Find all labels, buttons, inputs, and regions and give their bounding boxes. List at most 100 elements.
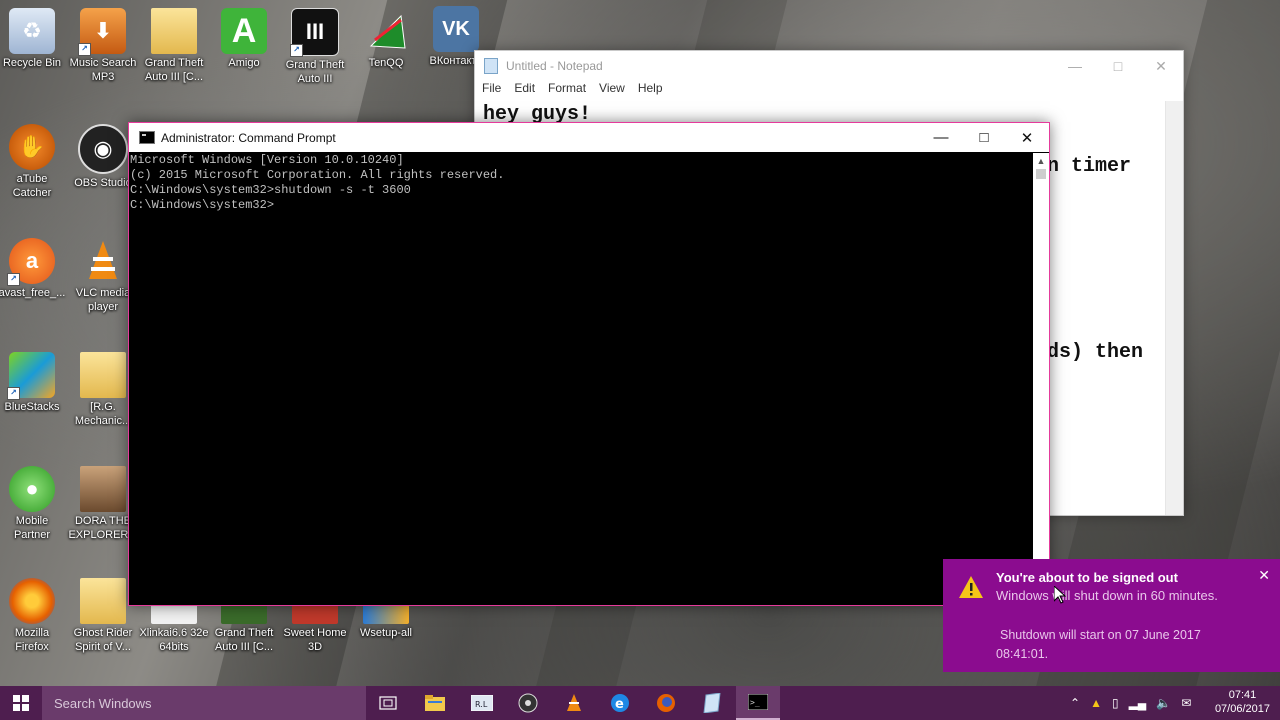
cmd-window[interactable]: Administrator: Command Prompt — □ ✕ Micr…	[128, 122, 1050, 606]
notification-message: Windows will shut down in 60 minutes.	[996, 588, 1218, 603]
console-line: C:\Windows\system32>shutdown -s -t 3600	[130, 183, 411, 197]
cmd-console[interactable]: Microsoft Windows [Version 10.0.10240] (c…	[130, 153, 1033, 605]
folder-icon	[80, 352, 126, 398]
system-tray: ⌃ ▲ ▯ ▂▄ 🔈 ✉	[1070, 686, 1191, 720]
firefox-icon	[9, 578, 55, 624]
battery-icon[interactable]: ▯	[1112, 696, 1119, 710]
vlc-icon	[80, 238, 126, 284]
folder-icon	[425, 695, 445, 711]
taskbar-vlc[interactable]	[552, 686, 596, 720]
warning-icon	[959, 576, 983, 598]
cmd-scrollbar[interactable]: ▲	[1033, 153, 1049, 605]
taskbar-file-explorer[interactable]	[413, 686, 457, 720]
tray-app-icon[interactable]: ▲	[1090, 696, 1102, 710]
menu-edit[interactable]: Edit	[513, 81, 543, 99]
shutdown-notification[interactable]: You're about to be signed out Windows wi…	[943, 559, 1280, 672]
desktop-icon-amigo[interactable]: A Amigo	[209, 8, 279, 70]
console-line: Microsoft Windows [Version 10.0.10240]	[130, 153, 404, 167]
notepad-text-fragment: n timer	[1047, 155, 1132, 178]
start-button[interactable]	[0, 686, 42, 720]
network-signal-icon[interactable]: ▂▄	[1129, 696, 1147, 710]
notepad-icon	[484, 58, 498, 74]
vk-icon: VK	[433, 6, 479, 52]
desktop-icon-atube[interactable]: ✋ aTube Catcher	[0, 124, 67, 200]
scroll-up-icon[interactable]: ▲	[1033, 153, 1049, 169]
desktop-icon-tenqq[interactable]: TenQQ	[351, 8, 421, 70]
taskbar-edge[interactable]: e	[598, 686, 642, 720]
windows-logo-icon	[13, 695, 29, 711]
desktop-icon-music-search[interactable]: ⬇ ↗ Music Search MP3	[68, 8, 138, 84]
desktop-icon-gta3[interactable]: III ↗ Grand Theft Auto III	[280, 8, 350, 86]
notepad-maximize-button[interactable]: □	[1096, 51, 1140, 81]
volume-icon[interactable]: 🔈	[1156, 696, 1171, 710]
taskbar-clock[interactable]: 07:41 07/06/2017	[1215, 688, 1270, 716]
desktop-icon-bluestacks[interactable]: ↗ BlueStacks	[0, 352, 67, 414]
menu-file[interactable]: File	[481, 81, 509, 99]
firefox-icon	[657, 694, 675, 712]
amigo-icon: A	[221, 8, 267, 54]
cmd-minimize-button[interactable]: —	[919, 123, 963, 152]
desktop-icon-recycle-bin[interactable]: ♻ Recycle Bin	[0, 8, 67, 70]
task-view-icon	[379, 696, 397, 710]
mouse-cursor-icon	[1054, 586, 1066, 604]
desktop-icon-mobile-partner[interactable]: ● Mobile Partner	[0, 466, 67, 542]
vlc-icon	[567, 694, 581, 711]
notification-detail: Shutdown will start on 07 June 2017 08:4…	[996, 628, 1201, 661]
svg-text:e: e	[615, 697, 624, 712]
folder-icon	[151, 8, 197, 54]
taskbar: Search Windows R.L e >_ ⌃ ▲ ▯ ▂▄ 🔈 ✉ 07:…	[0, 686, 1280, 720]
menu-help[interactable]: Help	[637, 81, 671, 99]
mobile-partner-icon: ●	[9, 466, 55, 512]
tenqq-icon	[363, 8, 409, 54]
cmd-icon	[139, 131, 155, 144]
notepad-minimize-button[interactable]: —	[1053, 51, 1097, 81]
console-prompt: C:\Windows\system32>	[130, 198, 275, 212]
menu-format[interactable]: Format	[547, 81, 594, 99]
search-placeholder: Search Windows	[54, 695, 152, 711]
avast-icon: a ↗	[7, 238, 55, 286]
desktop-icon-avast[interactable]: a ↗ avast_free_...	[0, 238, 67, 300]
obs-icon: ◉	[78, 124, 128, 174]
task-view-button[interactable]	[366, 686, 410, 720]
folder-icon	[80, 578, 126, 624]
notification-close-button[interactable]: ✕	[1258, 567, 1270, 584]
menu-view[interactable]: View	[598, 81, 633, 99]
taskbar-notepad[interactable]	[690, 686, 734, 720]
taskbar-search-box[interactable]: Search Windows	[42, 686, 366, 720]
clock-date: 07/06/2017	[1214, 703, 1270, 715]
cmd-maximize-button[interactable]: □	[962, 123, 1006, 152]
app-window-icon: R.L	[471, 695, 493, 711]
taskbar-command-prompt[interactable]: >_	[736, 686, 780, 720]
svg-text:>_: >_	[750, 698, 760, 707]
obs-icon	[518, 693, 538, 713]
cmd-icon: >_	[748, 694, 768, 710]
recycle-bin-icon: ♻	[9, 8, 55, 54]
tray-overflow-chevron-icon[interactable]: ⌃	[1070, 696, 1080, 710]
desktop-icon-firefox[interactable]: Mozilla Firefox	[0, 578, 67, 654]
desktop-icon-gta3-folder[interactable]: Grand Theft Auto III [C...	[139, 8, 209, 84]
bluestacks-icon: ↗	[7, 352, 55, 400]
notepad-menubar: File Edit Format View Help	[475, 81, 1183, 99]
action-center-icon[interactable]: ✉	[1181, 696, 1191, 710]
atube-icon: ✋	[9, 124, 55, 170]
taskbar-obs[interactable]	[506, 686, 550, 720]
photo-thumbnail-icon	[80, 466, 126, 512]
notepad-title: Untitled - Notepad	[506, 59, 603, 73]
edge-icon: e	[611, 694, 629, 712]
svg-text:R.L: R.L	[475, 700, 488, 709]
taskbar-firefox[interactable]	[644, 686, 688, 720]
console-line: (c) 2015 Microsoft Corporation. All righ…	[130, 168, 505, 182]
cmd-titlebar[interactable]: Administrator: Command Prompt — □ ✕	[129, 123, 1049, 152]
notification-title: You're about to be signed out	[996, 570, 1178, 585]
cmd-close-button[interactable]: ✕	[1005, 123, 1049, 152]
clock-time: 07:41	[1228, 689, 1257, 701]
scroll-thumb[interactable]	[1036, 169, 1046, 179]
music-download-icon: ⬇ ↗	[78, 8, 126, 56]
notepad-close-button[interactable]: ✕	[1139, 51, 1183, 81]
cmd-title: Administrator: Command Prompt	[161, 130, 336, 145]
notepad-scrollbar[interactable]	[1165, 101, 1183, 515]
notepad-text-fragment: ds) then	[1047, 341, 1144, 364]
gta3-icon: III ↗	[290, 8, 339, 57]
taskbar-app-rl[interactable]: R.L	[460, 686, 504, 720]
notepad-icon	[703, 693, 721, 713]
